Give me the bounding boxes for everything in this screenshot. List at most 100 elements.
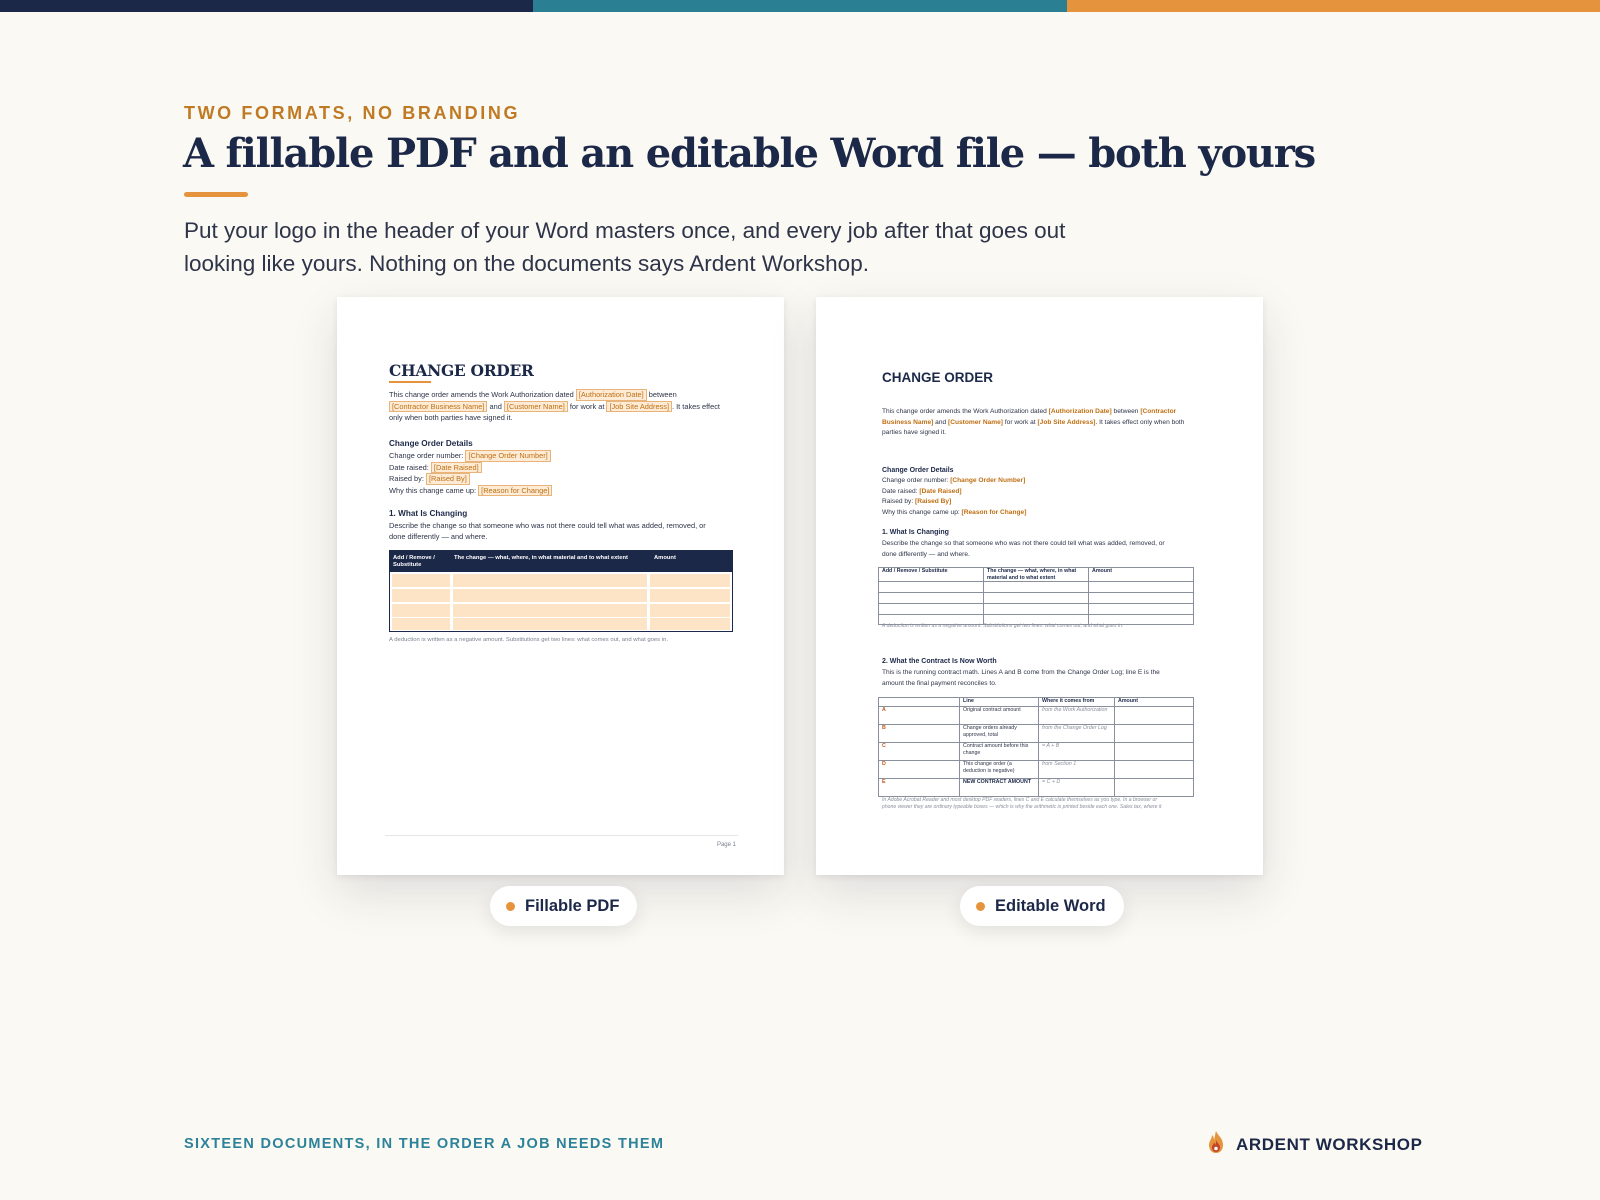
- word-math-letter: B: [878, 724, 960, 743]
- pdf-page-number: Page 1: [716, 842, 736, 848]
- word-table-cell[interactable]: [878, 603, 984, 615]
- pdf-intro-text: and: [489, 401, 502, 411]
- word-intro-text: This change order amends the Work Author…: [882, 408, 1047, 415]
- pdf-field-raised-by[interactable]: [Raised By]: [425, 473, 470, 485]
- pdf-detail-label: Change order number:: [389, 451, 464, 460]
- word-placeholder: [Customer Name]: [948, 418, 1003, 426]
- word-detail-row: Raised by: [Raised By]: [882, 497, 1026, 508]
- brand-name: ARDENT WORKSHOP: [1236, 1134, 1423, 1154]
- word-math-source: from Section 1: [1038, 760, 1115, 779]
- word-math-source: = A + B: [1038, 742, 1115, 761]
- word-doc-title: CHANGE ORDER: [882, 370, 994, 385]
- word-table-cell[interactable]: [983, 603, 1089, 615]
- word-math-line: Contract amount before this change: [959, 742, 1039, 761]
- word-math-letter: D: [878, 760, 960, 779]
- pdf-table-field[interactable]: [453, 604, 647, 617]
- pdf-intro-text: . It takes effect: [672, 401, 720, 411]
- pdf-table-caption: A deduction is written as a negative amo…: [389, 637, 668, 643]
- word-math-amount[interactable]: [1114, 706, 1194, 725]
- word-math-caption-line: In Adobe Acrobat Reader and most desktop…: [882, 797, 1158, 803]
- word-detail-label: Change order number:: [882, 477, 949, 484]
- word-table-header-row: Add / Remove / Substitute The change — w…: [878, 567, 1194, 582]
- page-title: A fillable PDF and an editable Word file…: [183, 130, 1316, 177]
- word-math-line: Original contract amount: [959, 706, 1039, 725]
- word-table-row: [878, 592, 1194, 604]
- word-table-cell[interactable]: [1088, 603, 1194, 615]
- word-table-cell[interactable]: [983, 592, 1089, 604]
- word-math-row: C Contract amount before this change = A…: [878, 742, 1194, 761]
- word-placeholder: [Contractor: [1140, 408, 1177, 415]
- word-table-cell[interactable]: [983, 581, 1089, 593]
- word-table-cell[interactable]: [878, 581, 984, 593]
- pdf-table-field[interactable]: [453, 574, 647, 587]
- pdf-table-field[interactable]: [453, 589, 647, 602]
- fillable-pdf-tag: Fillable PDF: [490, 886, 638, 926]
- word-preview-card: CHANGE ORDER This change order amends th…: [816, 297, 1263, 875]
- top-bar-segment-orange: [1066, 0, 1600, 12]
- word-detail-label: Date raised:: [882, 487, 918, 495]
- word-math-source: from the Work Authorization: [1038, 706, 1115, 725]
- pdf-intro-text: for work at: [569, 401, 605, 411]
- pdf-table-field[interactable]: [650, 574, 730, 587]
- word-math-row: B Change orders already approved, total …: [878, 724, 1194, 743]
- pdf-table-field[interactable]: [650, 589, 730, 602]
- word-section2-heading: 2. What the Contract Is Now Worth: [882, 658, 997, 665]
- pdf-table-header-cell: Add / Remove / Substitute: [393, 555, 435, 568]
- pdf-table-field[interactable]: [650, 604, 730, 617]
- bullet-dot-icon: [506, 901, 515, 911]
- pdf-detail-row: Date raised: [Date Raised]: [389, 461, 552, 473]
- pdf-table-header-cell: The change — what, where, in what materi…: [454, 555, 628, 561]
- pdf-field-change-order-number[interactable]: [Change Order Number]: [465, 450, 551, 462]
- word-placeholder: Business Name]: [882, 418, 934, 426]
- word-placeholder: [Date Raised]: [919, 487, 962, 495]
- fillable-pdf-label: Fillable PDF: [525, 896, 620, 915]
- pdf-footer-rule: [385, 835, 738, 836]
- pdf-detail-row: Change order number: [Change Order Numbe…: [389, 450, 552, 462]
- title-underline: [184, 192, 248, 197]
- pdf-table-field[interactable]: [392, 574, 450, 587]
- pdf-field-customer-name[interactable]: [Customer Name]: [503, 400, 568, 412]
- pdf-detail-label: Raised by:: [389, 474, 424, 483]
- pdf-table-field[interactable]: [392, 604, 450, 617]
- word-math-caption: In Adobe Acrobat Reader and most desktop…: [882, 797, 1161, 811]
- pdf-preview-card: CHANGE ORDER This change order amends th…: [337, 297, 784, 875]
- pdf-table-field[interactable]: [392, 589, 450, 602]
- word-table-cell[interactable]: [1088, 592, 1194, 604]
- top-color-bar: [0, 0, 1600, 12]
- word-math-amount[interactable]: [1114, 760, 1194, 779]
- word-intro-text: parties have signed it.: [882, 429, 947, 437]
- pdf-intro: This change order amends the Work Author…: [389, 389, 739, 423]
- pdf-intro-text: This change order amends the Work Author…: [389, 390, 574, 399]
- pdf-field-reason-for-change[interactable]: [Reason for Change]: [478, 484, 553, 496]
- pdf-table-field[interactable]: [453, 618, 647, 630]
- pdf-table-field[interactable]: [392, 618, 450, 630]
- word-math-header-cell: [878, 697, 960, 707]
- pdf-field-job-site-address[interactable]: [Job Site Address]: [606, 400, 673, 412]
- word-intro-text: between: [1113, 408, 1139, 415]
- word-math-amount[interactable]: [1114, 742, 1194, 761]
- word-change-table: Add / Remove / Substitute The change — w…: [878, 567, 1194, 625]
- word-table-cell[interactable]: [878, 592, 984, 604]
- word-detail-row: Date raised: [Date Raised]: [882, 487, 1026, 498]
- word-math-line: Change orders already approved, total: [959, 724, 1039, 743]
- word-math-amount[interactable]: [1114, 778, 1194, 797]
- pdf-field-date-raised[interactable]: [Date Raised]: [430, 461, 482, 473]
- pdf-detail-label: Why this change came up:: [389, 485, 477, 495]
- word-math-line: This change order (a deduction is negati…: [959, 760, 1039, 779]
- eyebrow: TWO FORMATS, NO BRANDING: [184, 103, 521, 123]
- top-bar-segment-teal: [533, 0, 1067, 12]
- word-math-amount[interactable]: [1114, 724, 1194, 743]
- brand-logo: ARDENT WORKSHOP: [1206, 1130, 1423, 1159]
- word-detail-label: Raised by:: [882, 498, 914, 506]
- word-contract-math-table: Line Where it comes from Amount A Origin…: [878, 697, 1194, 797]
- word-table-caption: A deduction is written as a negative amo…: [882, 623, 1124, 629]
- word-placeholder: [Reason for Change]: [961, 508, 1027, 516]
- word-section1-line: done differently — and where.: [882, 550, 970, 558]
- word-table-cell[interactable]: [1088, 581, 1194, 593]
- pdf-field-contractor-name[interactable]: [Contractor Business Name]: [389, 400, 488, 412]
- word-table-header-cell: The change — what, where, in what materi…: [983, 567, 1089, 582]
- word-section2-line: This is the running contract math. Lines…: [882, 669, 1160, 676]
- word-intro-text: and: [935, 418, 947, 426]
- pdf-field-authorization-date[interactable]: [Authorization Date]: [575, 389, 647, 401]
- pdf-table-field[interactable]: [650, 618, 730, 630]
